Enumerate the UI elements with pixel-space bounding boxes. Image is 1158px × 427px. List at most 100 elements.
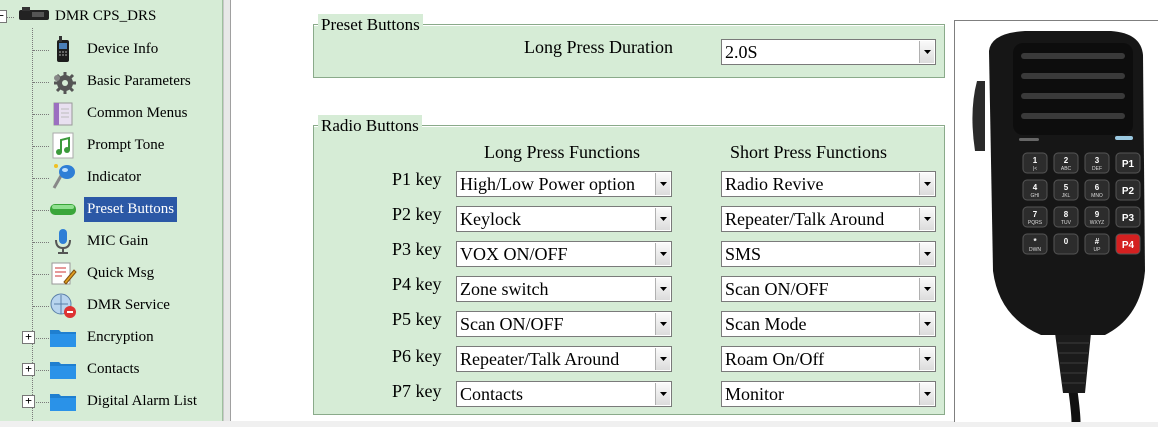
dropdown-button[interactable] <box>655 348 670 370</box>
select-value: Scan Mode <box>725 314 807 334</box>
mic-key-label: 1 <box>1033 156 1038 165</box>
long-press-select-p1[interactable]: High/Low Power option <box>456 171 672 197</box>
tree-item-basic-parameters[interactable]: Basic Parameters <box>48 66 194 96</box>
mic-key: 3DEF <box>1084 152 1110 174</box>
select-value: Repeater/Talk Around <box>460 349 620 369</box>
long-press-duration-select[interactable]: 2.0S <box>721 39 936 65</box>
tree-root[interactable]: − DMR CPS_DRS <box>0 4 156 28</box>
tree-item-label: Preset Buttons <box>84 196 178 222</box>
tree-item-quick-msg[interactable]: Quick Msg <box>48 258 157 288</box>
long-press-select-p2[interactable]: Keylock <box>456 206 672 232</box>
navigation-tree: − DMR CPS_DRS Device Info Basic Parameter… <box>0 0 223 421</box>
mic-key-label: 2 <box>1064 156 1069 165</box>
radio-buttons-group-title: Radio Buttons <box>318 115 422 137</box>
mic-key: 4GHI <box>1022 179 1048 201</box>
select-value: VOX ON/OFF <box>460 244 568 264</box>
dropdown-button[interactable] <box>655 313 670 335</box>
short-press-select-p5[interactable]: Scan Mode <box>721 311 936 337</box>
mic-key-label: P3 <box>1122 213 1135 224</box>
short-press-select-p1[interactable]: Radio Revive <box>721 171 936 197</box>
chevron-down-icon <box>923 217 931 221</box>
select-value: Zone switch <box>460 279 549 299</box>
short-press-select-p4[interactable]: Scan ON/OFF <box>721 276 936 302</box>
mic-key: P2 <box>1115 179 1141 201</box>
long-press-select-p6[interactable]: Repeater/Talk Around <box>456 346 672 372</box>
tree-item-digital-alarm-list[interactable]: Digital Alarm List <box>48 386 200 416</box>
long-press-select-p3[interactable]: VOX ON/OFF <box>456 241 672 267</box>
chevron-down-icon <box>923 287 931 291</box>
long-press-select-p7[interactable]: Contacts <box>456 381 672 407</box>
mic-key-label: 7 <box>1033 210 1038 219</box>
tree-item-label: Encryption <box>87 328 154 345</box>
indicator-light-icon <box>48 162 78 192</box>
mic-key-sublabel: |< <box>1033 166 1037 172</box>
select-value: High/Low Power option <box>460 174 635 194</box>
dropdown-button[interactable] <box>919 243 934 265</box>
mic-key: *DWN <box>1022 233 1048 255</box>
short-press-select-p6[interactable]: Roam On/Off <box>721 346 936 372</box>
mic-key-label: 0 <box>1064 237 1069 246</box>
chevron-down-icon <box>923 50 931 54</box>
mic-key-sublabel: UP <box>1094 247 1102 253</box>
tree-item-common-menus[interactable]: Common Menus <box>48 98 190 128</box>
dropdown-button[interactable] <box>655 173 670 195</box>
mic-key-label: 8 <box>1064 210 1069 219</box>
short-press-select-p2[interactable]: Repeater/Talk Around <box>721 206 936 232</box>
select-value: Keylock <box>460 209 521 229</box>
long-press-select-p5[interactable]: Scan ON/OFF <box>456 311 672 337</box>
mic-key-label: 6 <box>1095 183 1100 192</box>
mic-key-label: P2 <box>1122 186 1135 197</box>
mic-key-sublabel: GHI <box>1031 193 1040 199</box>
mic-key-sublabel: JKL <box>1062 193 1071 199</box>
expand-toggle[interactable]: + <box>22 395 35 408</box>
collapse-toggle[interactable]: − <box>0 9 7 23</box>
short-press-functions-header: Short Press Functions <box>730 142 888 162</box>
microphone-icon <box>48 226 78 256</box>
dropdown-button[interactable] <box>919 41 934 63</box>
short-press-select-p3[interactable]: SMS <box>721 241 936 267</box>
dropdown-button[interactable] <box>919 173 934 195</box>
key-label: P6 key <box>392 346 442 366</box>
tree-item-device-info[interactable]: Device Info <box>48 34 161 64</box>
dropdown-button[interactable] <box>919 208 934 230</box>
panel-splitter[interactable] <box>223 0 231 421</box>
chevron-down-icon <box>659 252 667 256</box>
handheld-microphone-image: 1|<2ABC3DEF P14GHI5JKL6MNO P27PQRS8TUV9WXY… <box>972 31 1145 423</box>
dropdown-button[interactable] <box>919 383 934 405</box>
mic-key-label: 5 <box>1064 183 1069 192</box>
dropdown-button[interactable] <box>655 278 670 300</box>
tree-item-contacts[interactable]: Contacts <box>48 354 143 384</box>
dropdown-button[interactable] <box>919 348 934 370</box>
expand-toggle[interactable]: + <box>22 331 35 344</box>
mic-key-sublabel: PQRS <box>1028 220 1043 226</box>
dropdown-button[interactable] <box>919 278 934 300</box>
folder-icon <box>48 354 78 384</box>
chevron-down-icon <box>923 322 931 326</box>
key-label: P4 key <box>392 274 442 294</box>
dropdown-button[interactable] <box>655 208 670 230</box>
dropdown-button[interactable] <box>655 243 670 265</box>
chevron-down-icon <box>659 392 667 396</box>
tree-item-encryption[interactable]: Encryption <box>48 322 157 352</box>
short-press-select-p7[interactable]: Monitor <box>721 381 936 407</box>
dropdown-button[interactable] <box>919 313 934 335</box>
chevron-down-icon <box>659 182 667 186</box>
mic-key-sublabel: ABC <box>1061 166 1072 172</box>
dropdown-button[interactable] <box>655 383 670 405</box>
radio-root-icon <box>17 6 51 27</box>
long-press-select-p4[interactable]: Zone switch <box>456 276 672 302</box>
tree-item-label: MIC Gain <box>87 232 149 249</box>
key-label: P1 key <box>392 169 442 189</box>
tree-item-indicator[interactable]: Indicator <box>48 162 144 192</box>
mic-key: P4 <box>1115 233 1141 255</box>
mic-key-sublabel: DWN <box>1029 247 1041 253</box>
tree-item-label: Common Menus <box>87 104 188 121</box>
tree-item-preset-buttons[interactable]: Preset Buttons <box>48 194 178 224</box>
expand-toggle[interactable]: + <box>22 363 35 376</box>
tree-item-dmr-service[interactable]: DMR Service <box>48 290 173 320</box>
select-value: SMS <box>725 244 762 264</box>
key-label: P7 key <box>392 381 442 401</box>
tree-item-mic-gain[interactable]: MIC Gain <box>48 226 151 256</box>
long-press-functions-header: Long Press Functions <box>484 142 641 162</box>
tree-item-prompt-tone[interactable]: Prompt Tone <box>48 130 167 160</box>
